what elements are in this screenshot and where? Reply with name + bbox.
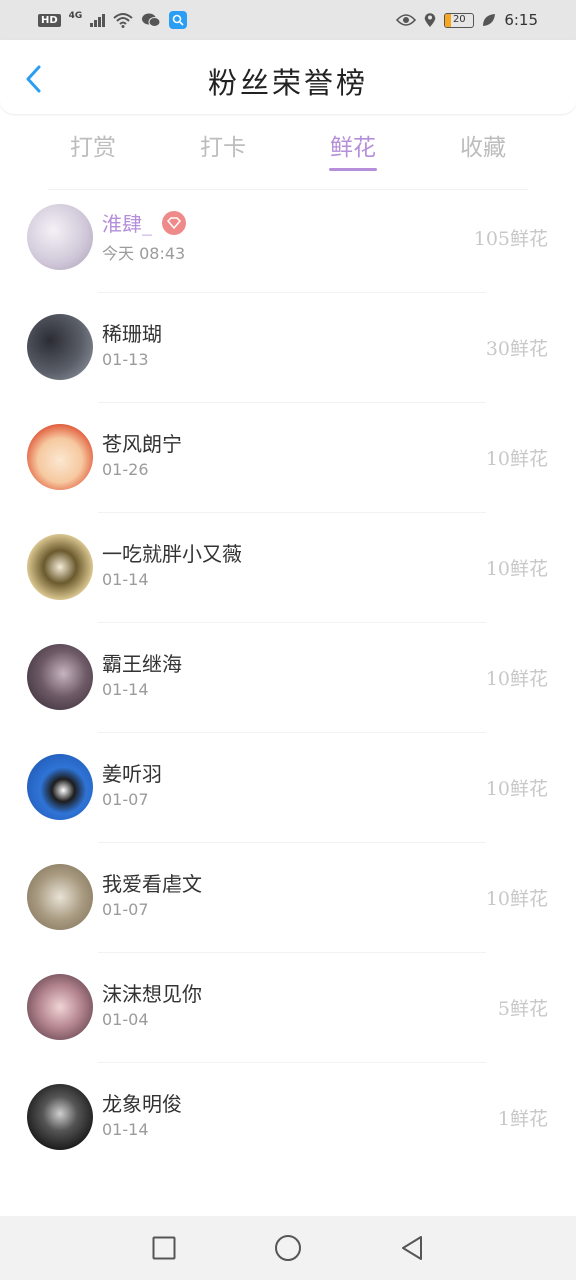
tab-checkin[interactable]: 打卡 bbox=[158, 122, 288, 178]
flower-count: 5鲜花 bbox=[497, 998, 548, 1020]
avatar[interactable] bbox=[27, 1084, 93, 1150]
wifi-icon bbox=[113, 13, 133, 28]
fan-list: 淮肆_ 今天 08:43 105鲜花 稀珊瑚 01-13 30鲜花 苍风朗宁 0… bbox=[0, 182, 576, 1172]
circle-icon bbox=[275, 1235, 301, 1261]
hd-indicator: HD bbox=[38, 13, 61, 27]
network-type: 4G bbox=[68, 11, 83, 21]
fan-date: 01-07 bbox=[102, 900, 149, 919]
list-item[interactable]: 苍风朗宁 01-26 10鲜花 bbox=[0, 402, 576, 512]
fan-date: 01-26 bbox=[102, 460, 149, 479]
avatar[interactable] bbox=[27, 424, 93, 490]
divider bbox=[98, 952, 486, 953]
avatar[interactable] bbox=[27, 974, 93, 1040]
flower-count: 1鲜花 bbox=[497, 1108, 548, 1130]
tab-bar: 打赏 打卡 鲜花 收藏 bbox=[28, 122, 548, 178]
divider bbox=[98, 1062, 486, 1063]
page-title: 粉丝荣誉榜 bbox=[207, 66, 368, 100]
list-item[interactable]: 淮肆_ 今天 08:43 105鲜花 bbox=[0, 182, 576, 292]
divider bbox=[98, 292, 486, 293]
fan-name: 淮肆_ bbox=[102, 212, 152, 236]
fan-name: 龙象明俊 bbox=[102, 1092, 182, 1116]
fan-name: 姜听羽 bbox=[102, 762, 162, 786]
flower-count: 10鲜花 bbox=[485, 448, 548, 470]
fan-date: 01-14 bbox=[102, 680, 149, 699]
fan-date: 01-14 bbox=[102, 570, 149, 589]
avatar[interactable] bbox=[27, 314, 93, 380]
fan-name: 一吃就胖小又薇 bbox=[102, 542, 242, 566]
recents-button[interactable] bbox=[150, 1234, 178, 1262]
fan-date: 01-13 bbox=[102, 350, 149, 369]
home-button[interactable] bbox=[274, 1234, 302, 1262]
location-icon bbox=[425, 13, 436, 27]
divider bbox=[98, 402, 486, 403]
app-header: 粉丝荣誉榜 bbox=[0, 40, 576, 114]
fan-name: 苍风朗宁 bbox=[102, 432, 182, 456]
list-item[interactable]: 我爱看虐文 01-07 10鲜花 bbox=[0, 842, 576, 952]
eye-icon bbox=[396, 14, 417, 26]
search-app-icon bbox=[169, 11, 188, 29]
avatar[interactable] bbox=[27, 534, 93, 600]
battery-level: 20 bbox=[452, 13, 466, 25]
list-item[interactable]: 一吃就胖小又薇 01-14 10鲜花 bbox=[0, 512, 576, 622]
avatar[interactable] bbox=[27, 644, 93, 710]
divider bbox=[98, 622, 486, 623]
list-item[interactable]: 龙象明俊 01-14 1鲜花 bbox=[0, 1062, 576, 1172]
avatar[interactable] bbox=[27, 204, 93, 270]
list-item[interactable]: 霸王继海 01-14 10鲜花 bbox=[0, 622, 576, 732]
triangle-back-icon bbox=[402, 1236, 422, 1260]
fan-date: 01-14 bbox=[102, 1120, 149, 1139]
divider bbox=[98, 842, 486, 843]
list-item[interactable]: 姜听羽 01-07 10鲜花 bbox=[0, 732, 576, 842]
fan-name: 霸王继海 bbox=[102, 652, 182, 676]
divider bbox=[98, 732, 486, 733]
tab-favorites[interactable]: 收藏 bbox=[418, 122, 548, 178]
active-tab-indicator bbox=[329, 168, 377, 171]
battery-icon: 20 bbox=[444, 12, 475, 28]
tab-reward[interactable]: 打赏 bbox=[28, 122, 158, 178]
flower-count: 10鲜花 bbox=[485, 668, 548, 690]
status-bar: HD 4G 20 6:15 bbox=[0, 0, 576, 40]
diamond-badge-icon bbox=[162, 210, 186, 235]
flower-count: 10鲜花 bbox=[485, 778, 548, 800]
back-nav-button[interactable] bbox=[398, 1234, 426, 1262]
leaf-icon bbox=[483, 14, 496, 26]
flower-count: 10鲜花 bbox=[485, 558, 548, 580]
divider bbox=[98, 512, 486, 513]
fan-name: 沫沫想见你 bbox=[102, 982, 202, 1006]
tab-flowers[interactable]: 鲜花 bbox=[288, 122, 418, 178]
fan-date: 01-04 bbox=[102, 1010, 149, 1029]
fan-date: 01-07 bbox=[102, 790, 149, 809]
signal-icon bbox=[90, 13, 106, 27]
flower-count: 30鲜花 bbox=[485, 338, 548, 360]
wechat-icon bbox=[142, 13, 161, 27]
system-nav-bar bbox=[0, 1216, 576, 1280]
clock: 6:15 bbox=[504, 11, 538, 29]
flower-count: 10鲜花 bbox=[485, 888, 548, 910]
status-bar-right: 20 6:15 bbox=[396, 11, 538, 29]
fan-name: 我爱看虐文 bbox=[102, 872, 202, 896]
square-icon bbox=[152, 1236, 176, 1260]
flower-count: 105鲜花 bbox=[473, 228, 548, 250]
avatar[interactable] bbox=[27, 754, 93, 820]
avatar[interactable] bbox=[27, 864, 93, 930]
list-item[interactable]: 稀珊瑚 01-13 30鲜花 bbox=[0, 292, 576, 402]
list-item[interactable]: 沫沫想见你 01-04 5鲜花 bbox=[0, 952, 576, 1062]
status-bar-left: HD 4G bbox=[38, 11, 188, 29]
fan-name: 稀珊瑚 bbox=[102, 322, 162, 346]
fan-date: 今天 08:43 bbox=[102, 244, 186, 263]
